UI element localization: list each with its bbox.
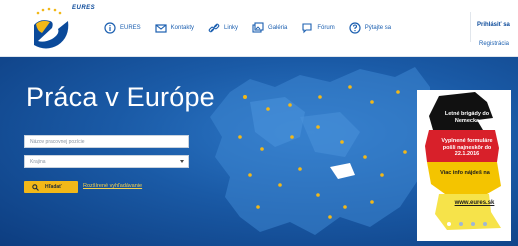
- slider-dot[interactable]: [459, 222, 463, 226]
- chevron-down-icon: [180, 160, 184, 163]
- nav-item-forum[interactable]: Fórum: [301, 20, 335, 36]
- slider-pagination: [447, 222, 495, 226]
- ad-deadline-text: Vyplnené formuláre pošli najneskôr do 22…: [441, 138, 493, 157]
- job-title-input[interactable]: Názov pracovnej pozície: [24, 135, 189, 148]
- hero-banner: Práca v Európe Názov pracovnej pozície K…: [0, 57, 518, 246]
- nav-item-label: Kontakty: [170, 25, 195, 31]
- advanced-search-link[interactable]: Rozšírené vyhľadávanie: [83, 183, 142, 189]
- job-title-placeholder: Názov pracovnej pozície: [30, 139, 85, 145]
- main-nav: EURES Kontakty Linky Galéria Fórum Pýtaj…: [104, 20, 405, 36]
- search-button[interactable]: Hľadať: [24, 181, 78, 193]
- nav-item-label: EURES: [120, 25, 141, 31]
- site-header: EURES EURES Kontakty Linky Galéria Fórum…: [0, 0, 518, 57]
- slider-dot[interactable]: [471, 222, 475, 226]
- ad-headline: Letné brigády do Nemecka: [444, 111, 490, 124]
- eures-logo[interactable]: EURES: [28, 3, 95, 53]
- mail-icon: [155, 24, 167, 33]
- register-link[interactable]: Registrácia: [479, 41, 509, 47]
- nav-item-kontakty[interactable]: Kontakty: [155, 20, 194, 36]
- nav-item-pytajte-sa[interactable]: Pýtajte sa: [349, 20, 391, 36]
- info-icon: [104, 22, 116, 34]
- nav-item-label: Fórum: [317, 25, 335, 31]
- nav-item-linky[interactable]: Linky: [208, 20, 238, 36]
- logo-text: EURES: [72, 5, 96, 11]
- link-icon: [208, 23, 220, 33]
- login-button[interactable]: Prihlásiť sa: [477, 22, 510, 28]
- ad-info-text: Viac info nájdeš na: [440, 170, 490, 176]
- country-select[interactable]: Krajina: [24, 155, 189, 168]
- logo-mark-icon: [34, 7, 69, 49]
- slider-dot[interactable]: [483, 222, 487, 226]
- nav-item-label: Linky: [224, 25, 239, 31]
- question-icon: [349, 22, 361, 34]
- forum-icon: [302, 23, 312, 34]
- search-icon: [32, 183, 39, 191]
- hero-title: Práca v Európe: [26, 82, 215, 112]
- ad-website-link[interactable]: www.eures.sk: [447, 200, 502, 207]
- nav-item-eures[interactable]: EURES: [104, 20, 141, 36]
- summer-jobs-ad-banner[interactable]: Letné brigády do Nemecka Vyplnené formul…: [417, 90, 511, 241]
- nav-item-label: Galéria: [268, 25, 288, 31]
- nav-item-label: Pýtajte sa: [364, 25, 392, 31]
- country-select-value: Krajina: [30, 159, 46, 165]
- nav-item-galeria[interactable]: Galéria: [252, 20, 287, 36]
- header-divider: [470, 12, 471, 42]
- gallery-icon: [252, 22, 264, 33]
- slider-dot[interactable]: [447, 222, 451, 226]
- search-button-label: Hľadať: [45, 184, 62, 190]
